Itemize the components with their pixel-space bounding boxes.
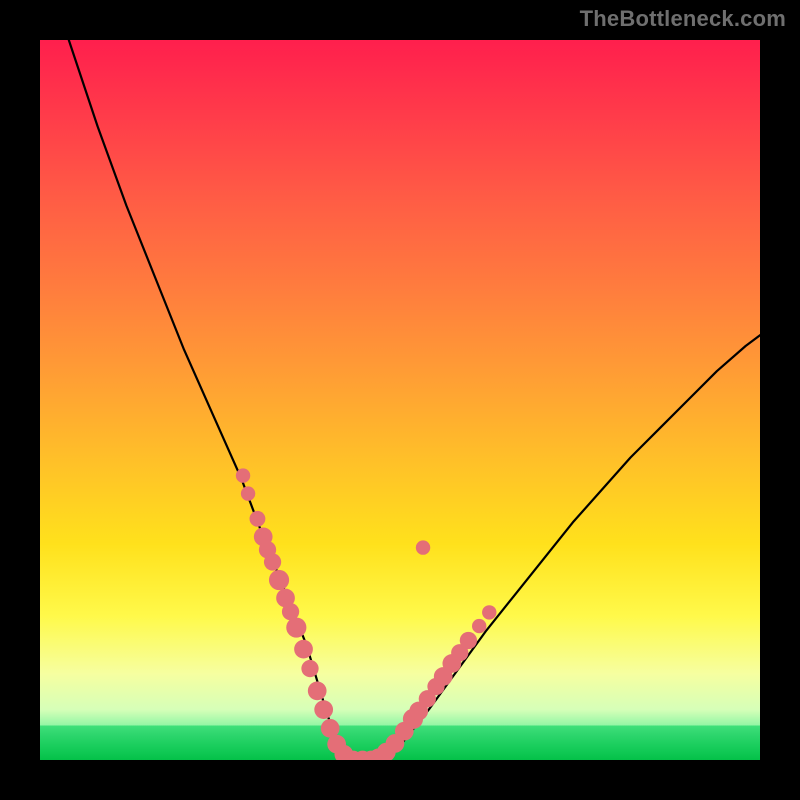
marker-dot [264, 553, 281, 570]
marker-dot [241, 486, 255, 500]
marker-dot [308, 682, 327, 701]
marker-dot [482, 605, 496, 619]
marker-dot [294, 640, 313, 659]
marker-dot [269, 570, 289, 590]
curve-path [69, 40, 760, 760]
curve-svg [40, 40, 760, 760]
marker-dot [250, 511, 266, 527]
marker-dot [286, 617, 306, 637]
chart-frame: TheBottleneck.com [0, 0, 800, 800]
marker-dot [314, 700, 333, 719]
marker-dot [472, 619, 486, 633]
marker-dot [416, 540, 430, 554]
watermark-label: TheBottleneck.com [580, 6, 786, 32]
plot-area [40, 40, 760, 760]
marker-dots [236, 468, 497, 760]
marker-dot [460, 632, 477, 649]
marker-dot [301, 660, 318, 677]
marker-dot [236, 468, 250, 482]
